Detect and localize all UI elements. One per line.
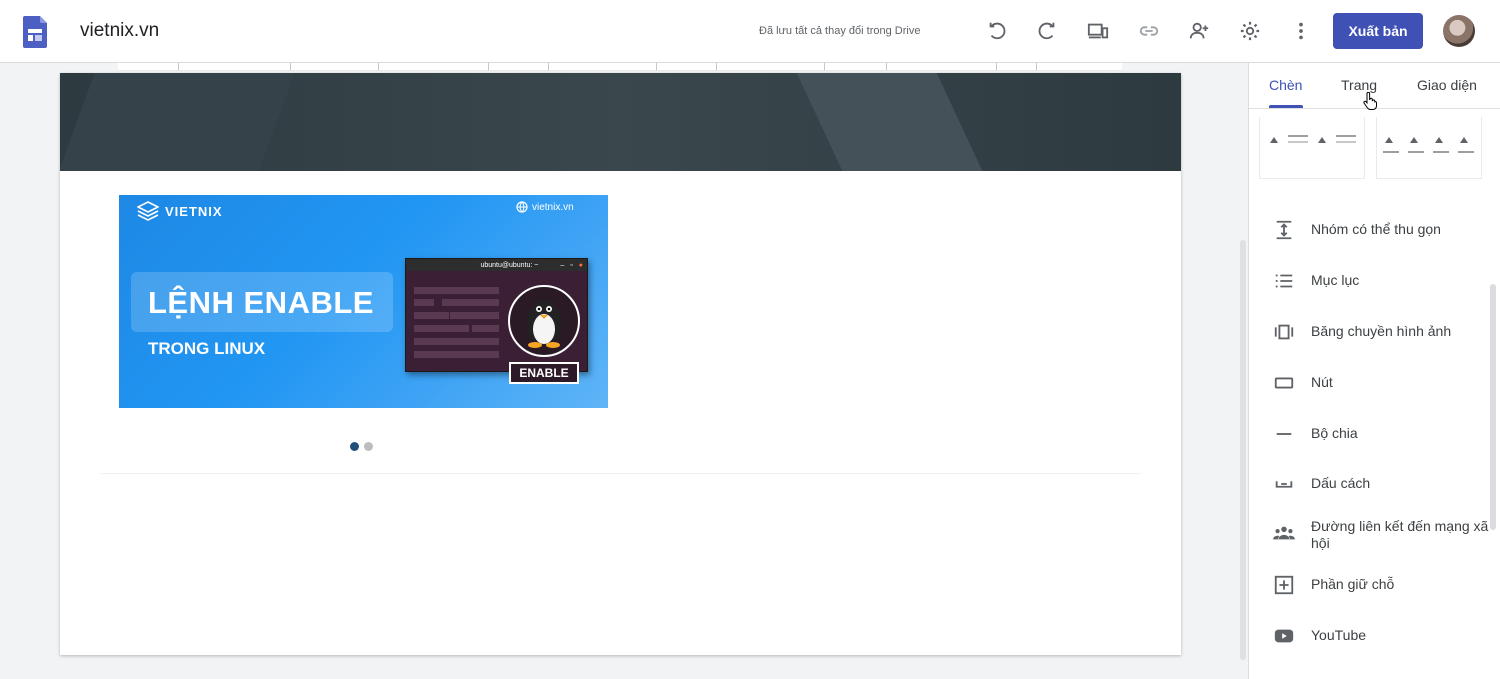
tab-insert[interactable]: Chèn [1269, 77, 1302, 93]
insert-youtube[interactable]: YouTube [1271, 625, 1491, 647]
google-sites-icon[interactable] [23, 16, 47, 48]
preview-button[interactable] [1085, 18, 1111, 44]
table-of-contents-icon [1271, 270, 1297, 292]
insert-divider[interactable]: Bộ chia [1271, 423, 1491, 445]
globe-icon [516, 201, 528, 213]
insert-table-of-contents[interactable]: Mục lục [1271, 270, 1491, 292]
publish-button[interactable]: Xuất bản [1333, 13, 1423, 49]
top-bar: vietnix.vn Đã lưu tất cả thay đổi trong … [0, 0, 1500, 63]
insert-social-links[interactable]: Đường liên kết đến mạng xã hội [1271, 516, 1491, 552]
copy-link-button[interactable] [1136, 18, 1162, 44]
insert-spacer[interactable]: Dấu cách [1271, 473, 1491, 495]
carousel-indicators[interactable] [350, 442, 373, 451]
tux-penguin-icon [508, 285, 580, 357]
undo-icon [989, 22, 1006, 40]
banner-site-text: vietnix.vn [532, 201, 574, 213]
terminal-window-graphic: ubuntu@ubuntu: ~ – ▫ ● [405, 258, 588, 372]
avatar[interactable] [1443, 15, 1475, 47]
share-button[interactable] [1186, 18, 1212, 44]
add-person-icon [1189, 22, 1209, 39]
page-header-band[interactable] [60, 73, 1181, 171]
banner-subtitle: TRONG LINUX [148, 339, 266, 358]
gear-icon [1240, 21, 1260, 41]
carousel-dot-1[interactable] [350, 442, 359, 451]
save-status: Đã lưu tất cả thay đổi trong Drive [759, 25, 921, 37]
button-icon [1271, 372, 1297, 394]
banner-brand: VIETNIX [137, 201, 223, 221]
terminal-title: ubuntu@ubuntu: ~ [480, 261, 539, 269]
carousel-dot-2[interactable] [364, 442, 373, 451]
insert-collapsible-group[interactable]: Nhóm có thể thu gọn [1271, 219, 1491, 241]
image-carousel[interactable]: VIETNIX vietnix.vn LỆNH ENABLE TRONG LIN… [119, 195, 608, 408]
divider-icon [1271, 423, 1297, 445]
collapsible-group-icon [1271, 219, 1297, 241]
insert-image-carousel[interactable]: Băng chuyền hình ảnh [1271, 321, 1491, 343]
ruler [118, 63, 1122, 71]
banner-brand-text: VIETNIX [165, 203, 223, 219]
site-page[interactable]: VIETNIX vietnix.vn LỆNH ENABLE TRONG LIN… [60, 73, 1181, 655]
tab-pages[interactable]: Trang [1341, 77, 1377, 93]
canvas-scrollbar[interactable] [1240, 240, 1246, 660]
hand-cursor-icon [1363, 91, 1377, 115]
settings-button[interactable] [1237, 18, 1263, 44]
link-icon [1139, 26, 1159, 36]
insert-button[interactable]: Nút [1271, 372, 1491, 394]
layout-thumbnail-1[interactable] [1259, 117, 1365, 179]
enable-badge: ENABLE [509, 362, 579, 384]
placeholder-icon [1271, 574, 1297, 596]
site-title[interactable]: vietnix.vn [80, 20, 159, 42]
social-links-icon [1271, 522, 1297, 544]
redo-icon [1038, 22, 1055, 40]
vietnix-logo-icon [137, 201, 159, 221]
panel-scrollbar[interactable] [1490, 284, 1496, 530]
more-vert-icon [1299, 22, 1303, 40]
insert-panel: Chèn Trang Giao diện Nhóm có thể thu gọn… [1248, 63, 1500, 679]
youtube-icon [1271, 625, 1297, 647]
image-carousel-icon [1271, 321, 1297, 343]
redo-button[interactable] [1034, 18, 1060, 44]
device-preview-icon [1087, 23, 1109, 39]
more-options-button[interactable] [1288, 18, 1314, 44]
tab-themes[interactable]: Giao diện [1417, 77, 1477, 93]
banner-site: vietnix.vn [516, 201, 574, 213]
spacer-icon [1271, 473, 1297, 495]
layout-thumbnail-2[interactable] [1376, 117, 1482, 179]
banner-title: LỆNH ENABLE [148, 285, 374, 320]
undo-button[interactable] [984, 18, 1010, 44]
insert-placeholder[interactable]: Phần giữ chỗ [1271, 574, 1491, 596]
